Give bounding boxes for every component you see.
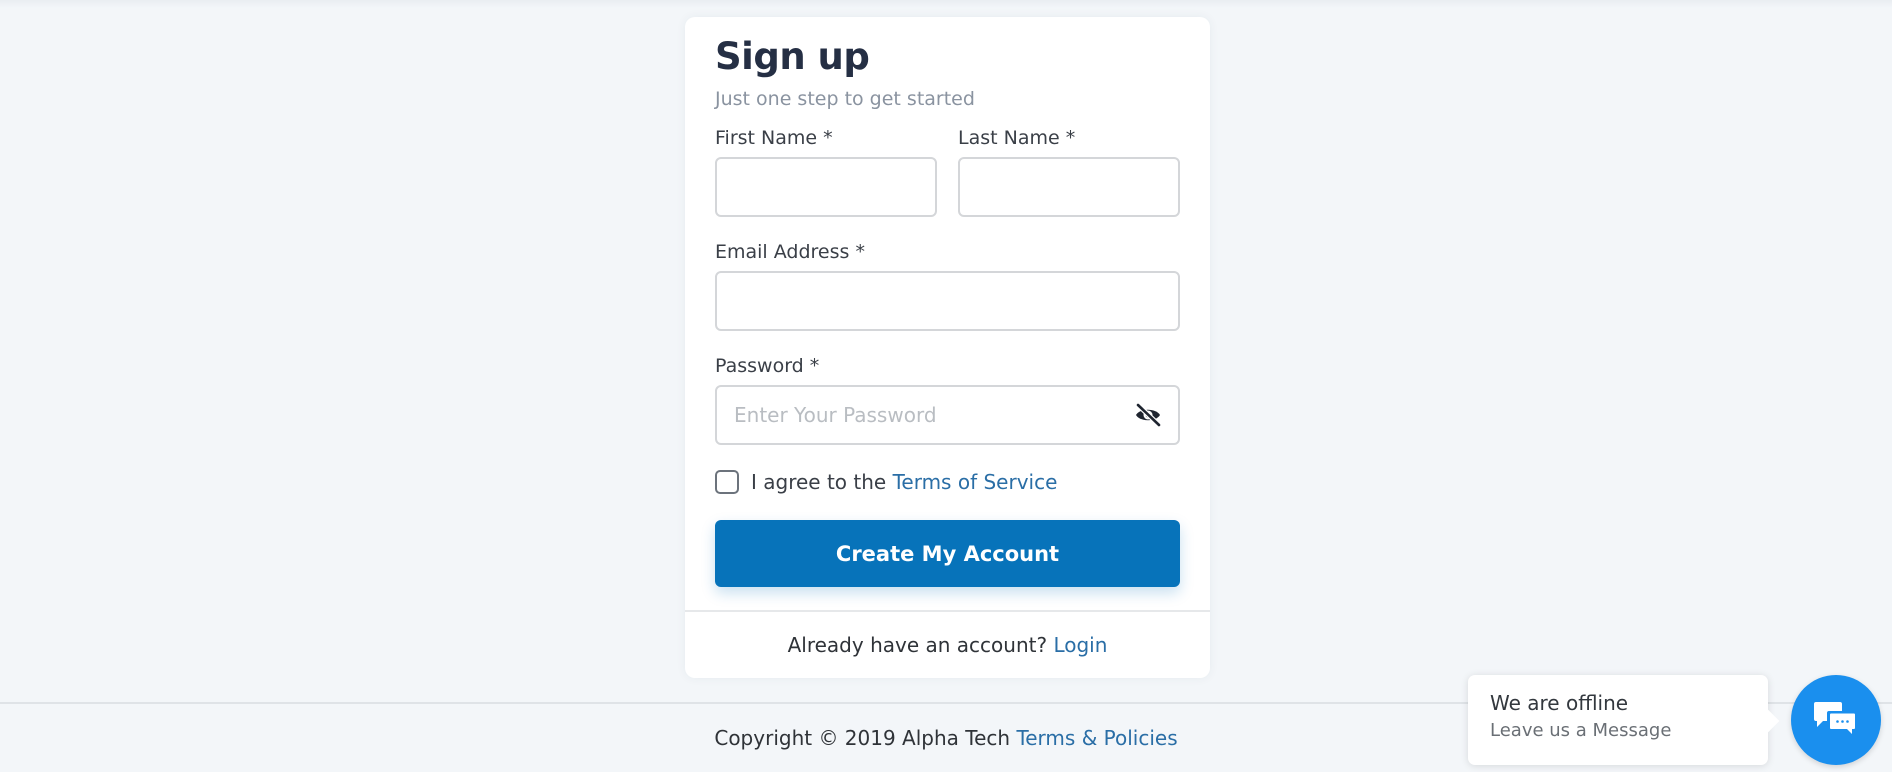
terms-checkbox[interactable] bbox=[715, 470, 739, 494]
chat-status-subtitle: Leave us a Message bbox=[1490, 720, 1672, 741]
card-footer: Already have an account? Login bbox=[685, 612, 1210, 678]
last-name-group: Last Name * bbox=[958, 126, 1180, 217]
login-link[interactable]: Login bbox=[1053, 633, 1107, 657]
copyright-text: Copyright © 2019 Alpha Tech bbox=[714, 726, 1011, 750]
last-name-field[interactable] bbox=[958, 157, 1180, 217]
password-field[interactable] bbox=[715, 385, 1180, 445]
terms-of-service-link[interactable]: Terms of Service bbox=[893, 470, 1058, 494]
create-account-button[interactable]: Create My Account bbox=[715, 520, 1180, 587]
password-label: Password * bbox=[715, 355, 820, 377]
chat-launcher-button[interactable] bbox=[1791, 675, 1881, 765]
chat-bubbles-icon bbox=[1814, 702, 1857, 738]
first-name-field[interactable] bbox=[715, 157, 937, 217]
password-group: Password * bbox=[715, 354, 1180, 445]
last-name-label: Last Name * bbox=[958, 127, 1076, 149]
password-wrapper bbox=[715, 385, 1180, 445]
signup-form: Sign up Just one step to get started Fir… bbox=[685, 17, 1210, 587]
chat-status-title: We are offline bbox=[1490, 691, 1629, 715]
top-shadow bbox=[0, 0, 1892, 8]
email-group: Email Address * bbox=[715, 240, 1180, 331]
terms-agreement: I agree to the Terms of Service bbox=[715, 470, 1180, 494]
email-label: Email Address * bbox=[715, 241, 865, 263]
first-name-group: First Name * bbox=[715, 126, 937, 217]
page-subtitle: Just one step to get started bbox=[715, 88, 975, 110]
login-prompt: Already have an account? bbox=[787, 633, 1048, 657]
page-title: Sign up bbox=[715, 35, 870, 78]
terms-agreement-text: I agree to the Terms of Service bbox=[751, 470, 1057, 494]
chat-offline-bubble[interactable]: We are offline Leave us a Message bbox=[1468, 675, 1768, 765]
terms-prefix: I agree to the bbox=[751, 470, 887, 494]
eye-slash-icon bbox=[1136, 403, 1161, 427]
first-name-label: First Name * bbox=[715, 127, 833, 149]
toggle-password-visibility-button[interactable] bbox=[1118, 387, 1178, 443]
terms-policies-link[interactable]: Terms & Policies bbox=[1016, 726, 1177, 750]
email-field[interactable] bbox=[715, 271, 1180, 331]
name-row: First Name * Last Name * bbox=[715, 126, 1180, 217]
signup-card: Sign up Just one step to get started Fir… bbox=[685, 17, 1210, 678]
